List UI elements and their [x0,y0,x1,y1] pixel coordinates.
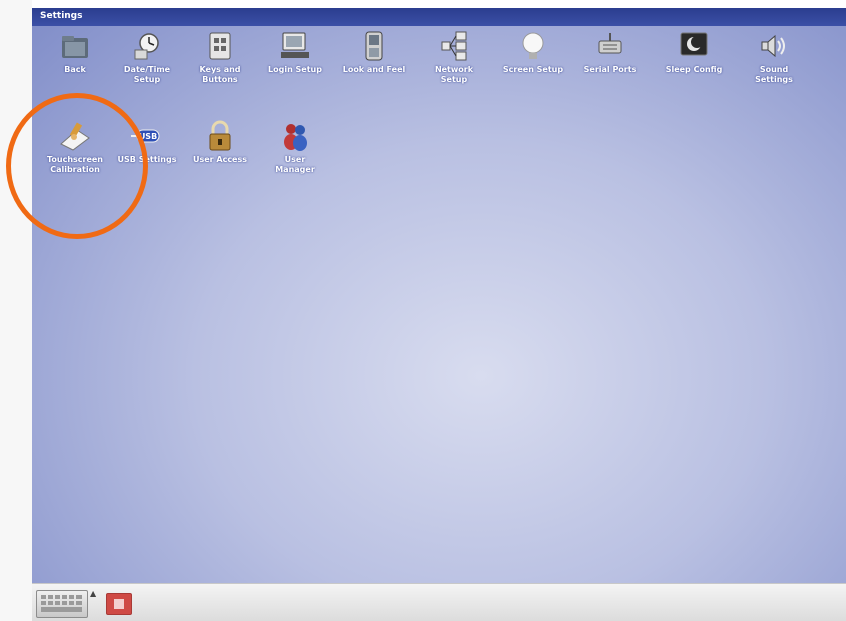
settings-item-screen-setup[interactable]: Screen Setup [495,30,571,75]
settings-item-user-access[interactable]: User Access [182,120,258,165]
look-feel-icon [365,31,383,61]
settings-item-sound-settings[interactable]: Sound Settings [736,30,812,85]
highlight-circle [6,93,148,239]
app-icon [114,599,124,609]
window-title: Settings [40,11,83,21]
folder-back-icon [62,36,88,58]
title-bar: Settings [32,8,846,26]
moon-monitor-icon [680,32,708,56]
padlock-icon [209,120,231,151]
speaker-icon [761,34,785,58]
taskbar: ▲ [32,583,846,621]
settings-item-date-time-setup[interactable]: Date/Time Setup [109,30,185,85]
users-icon [284,124,307,151]
login-icon [281,32,309,58]
settings-item-user-manager[interactable]: User Manager [257,120,333,175]
settings-item-serial-ports[interactable]: Serial Ports [572,30,648,75]
settings-item-network-setup[interactable]: Network Setup [416,30,492,85]
keyboard-icon [41,595,82,612]
clock-icon [134,33,159,60]
settings-window: Settings Back Date/Time Setup Keys and B… [32,8,846,621]
keyboard-arrow-icon[interactable]: ▲ [90,589,96,598]
settings-item-look-and-feel[interactable]: Look and Feel [336,30,412,75]
keys-icon [209,32,231,60]
lightbulb-icon [522,32,544,59]
network-icon [441,31,467,61]
serial-port-icon [598,33,622,54]
settings-item-sleep-config[interactable]: Sleep Config [656,30,732,75]
keyboard-button[interactable] [36,590,88,618]
settings-item-back[interactable]: Back [37,30,113,75]
left-margin [0,0,32,621]
settings-item-keys-and-buttons[interactable]: Keys and Buttons [182,30,258,85]
app-button[interactable] [106,593,132,615]
settings-item-login-setup[interactable]: Login Setup [257,30,333,75]
